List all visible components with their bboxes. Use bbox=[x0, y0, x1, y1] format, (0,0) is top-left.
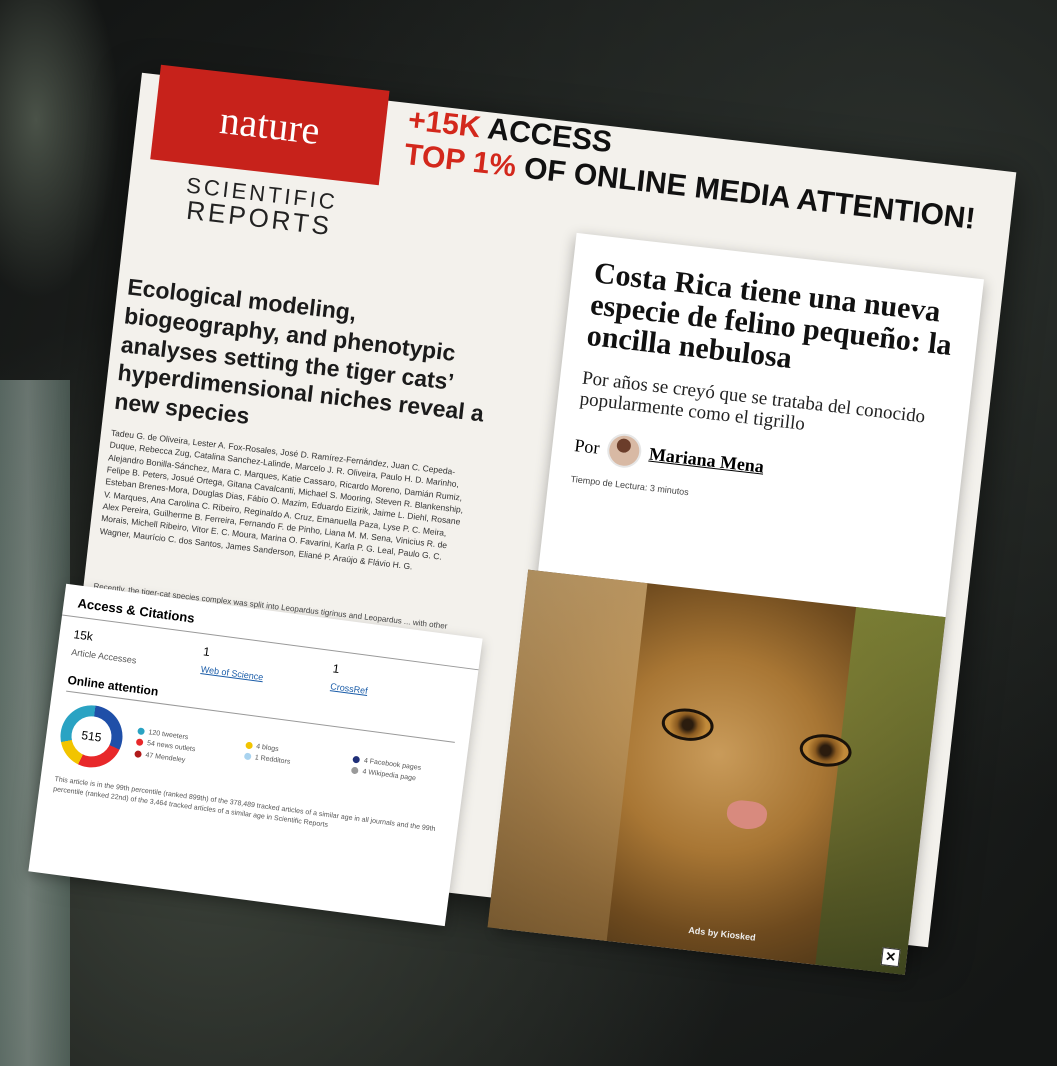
oncilla-photo: Ads by Kiosked ✕ bbox=[487, 569, 946, 975]
author-link[interactable]: Mariana Mena bbox=[648, 443, 765, 477]
legend-label: 4 blogs bbox=[255, 743, 280, 754]
metric-accesses: 15k Article Accesses bbox=[71, 627, 204, 674]
cat-nose bbox=[725, 798, 769, 832]
background-foliage bbox=[0, 0, 120, 300]
legend-dot-icon bbox=[352, 755, 361, 764]
legend-label: 47 Mendeley bbox=[145, 751, 186, 764]
nature-wordmark: nature bbox=[217, 96, 323, 154]
legend-label: 120 tweeters bbox=[148, 729, 189, 742]
legend-dot-icon bbox=[137, 727, 146, 736]
photo-background-left bbox=[487, 569, 648, 951]
legend-dot-icon bbox=[351, 766, 359, 775]
ads-label: Ads by Kiosked bbox=[687, 925, 757, 943]
author-avatar bbox=[605, 432, 644, 470]
byline-prefix: Por bbox=[573, 434, 601, 458]
legend-dot-icon bbox=[135, 738, 144, 747]
cat-left-eye bbox=[660, 705, 716, 744]
paper-title: Ecological modeling, biogeography, and p… bbox=[113, 273, 486, 429]
close-ad-button[interactable]: ✕ bbox=[880, 947, 901, 968]
legend-dot-icon bbox=[244, 741, 253, 750]
metric-web-of-science: 1 Web of Science bbox=[200, 644, 333, 691]
altmetric-score: 515 bbox=[69, 713, 114, 759]
legend-dot-icon bbox=[134, 749, 143, 758]
article-title: Costa Rica tiene una nueva especie de fe… bbox=[585, 256, 954, 375]
legend-label: 4 Wikipedia page bbox=[362, 768, 417, 783]
legend-dot-icon bbox=[243, 752, 252, 761]
legend-label: 1 Redditors bbox=[254, 754, 291, 767]
metric-crossref: 1 CrossRef bbox=[330, 661, 463, 708]
poster: nature SCIENTIFIC REPORTS +15K ACCESS TO… bbox=[28, 64, 1017, 975]
access-citations-card: Access & Citations 15k Article Accesses … bbox=[28, 583, 483, 927]
journal-logo: nature SCIENTIFIC REPORTS bbox=[138, 64, 390, 290]
photo-background-right bbox=[814, 606, 946, 975]
altmetric-donut[interactable]: 515 bbox=[56, 701, 127, 772]
